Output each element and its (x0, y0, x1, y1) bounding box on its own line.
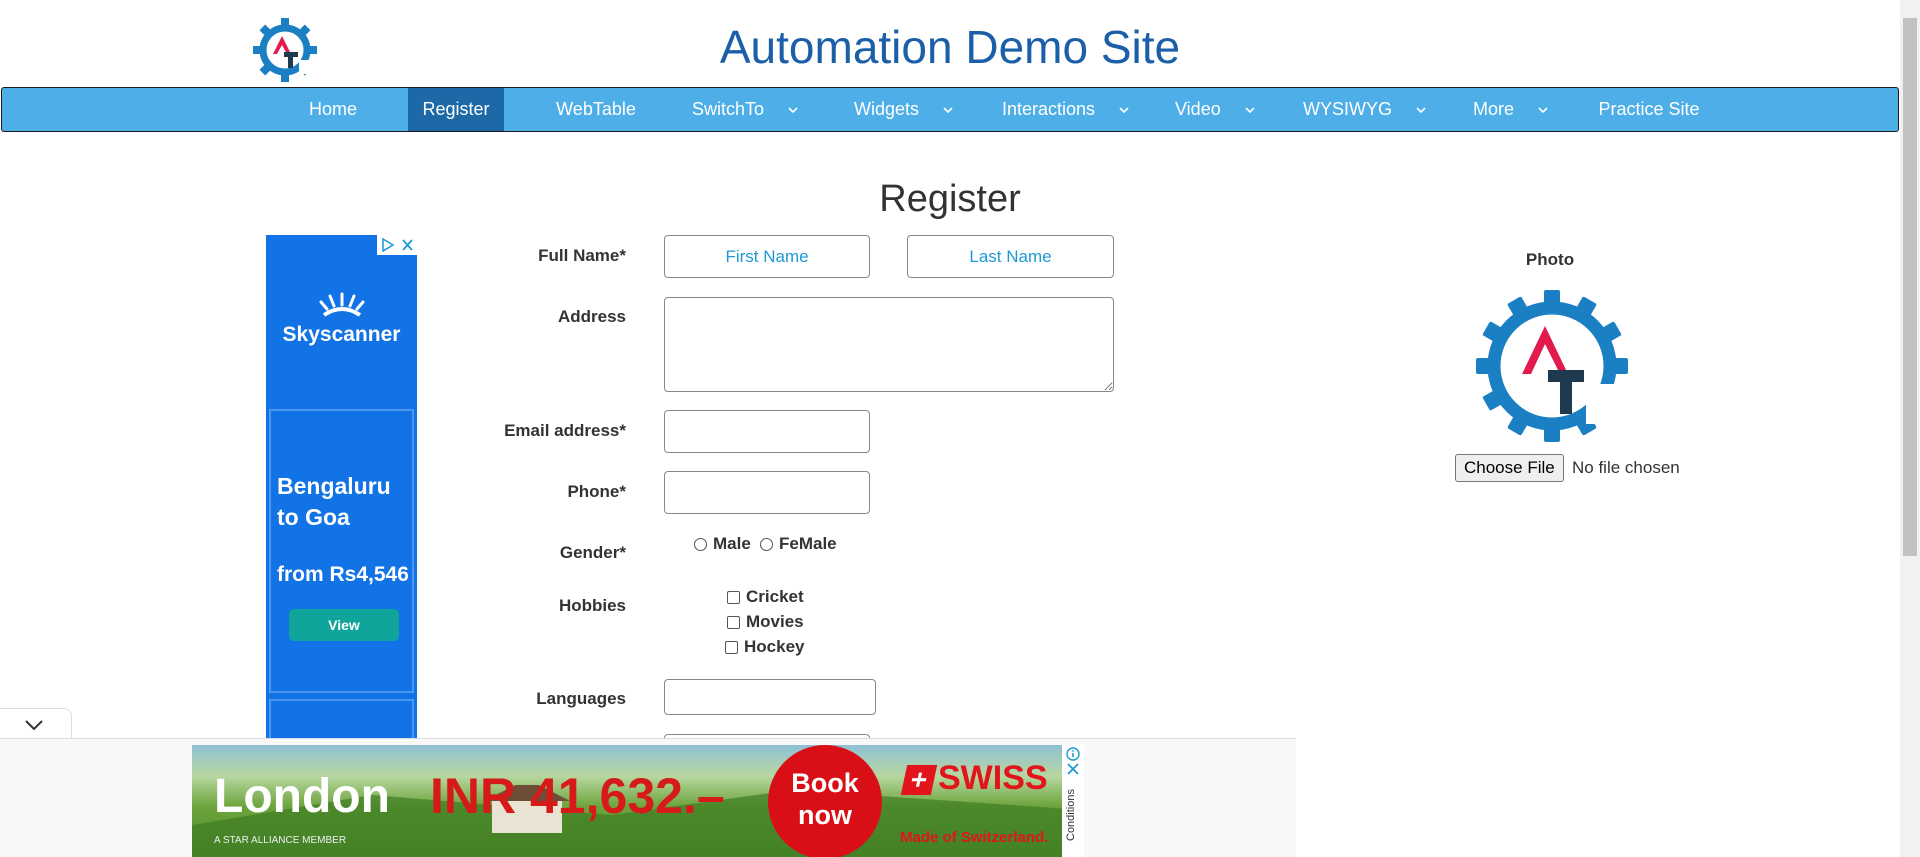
ad-price: INR 41,632.– (430, 768, 725, 824)
sun-icon (319, 292, 365, 317)
scrollbar-thumb[interactable] (1903, 18, 1917, 556)
collapse-ad-tab[interactable] (0, 708, 72, 740)
movies-checkbox[interactable] (727, 615, 740, 629)
nav-more[interactable]: More (1473, 88, 1563, 131)
ad-cta-line1: Book (791, 768, 859, 798)
gender-female-option[interactable]: FeMale (760, 534, 837, 554)
address-textarea[interactable] (664, 297, 1114, 392)
gender-male-option[interactable]: Male (694, 534, 751, 554)
photo-label: Photo (1525, 250, 1575, 269)
nav-video[interactable]: Video (1175, 88, 1275, 131)
nav-interactions-label: Interactions (1002, 99, 1096, 119)
chevron-down-icon (1245, 107, 1255, 114)
male-radio[interactable] (694, 537, 707, 551)
nav-register[interactable]: Register (408, 88, 504, 131)
chevron-down-icon (1416, 107, 1426, 114)
site-logo[interactable] (253, 16, 317, 84)
cricket-label: Cricket (746, 587, 804, 606)
page-title: Register (879, 178, 1021, 220)
hockey-checkbox[interactable] (725, 640, 738, 654)
ad-city: London (214, 770, 390, 823)
hobby-movies-option[interactable]: Movies (727, 612, 804, 632)
main-navbar: Home Register WebTable SwitchTo Widgets … (1, 87, 1899, 132)
chevron-down-icon (788, 107, 798, 114)
nav-practice-site-label: Practice Site (1598, 99, 1700, 119)
gender-label: Gender* (559, 543, 626, 562)
ad-view-button[interactable]: View (289, 609, 399, 641)
nav-switchto-label: SwitchTo (692, 99, 765, 119)
phone-label: Phone* (567, 482, 626, 501)
nav-widgets[interactable]: Widgets (854, 88, 964, 131)
nav-wysiwyg[interactable]: WYSIWYG (1303, 88, 1433, 131)
ad-brand: + SWISS (900, 759, 1048, 798)
ad-brand-label: SWISS (938, 759, 1048, 797)
ad-small-print: A STAR ALLIANCE MEMBER (214, 835, 347, 846)
hobbies-label: Hobbies (558, 596, 626, 615)
site-title: Automation Demo Site (719, 21, 1181, 73)
ad-conditions-strip[interactable]: Conditions (1062, 745, 1084, 857)
nav-more-label: More (1473, 99, 1515, 119)
chevron-down-icon (1119, 107, 1129, 114)
nav-wysiwyg-label: WYSIWYG (1303, 99, 1392, 119)
hobby-cricket-option[interactable]: Cricket (727, 587, 804, 607)
file-status: No file chosen (1572, 458, 1680, 477)
female-radio[interactable] (760, 537, 773, 551)
hockey-label: Hockey (744, 637, 805, 656)
info-close-icon[interactable] (1065, 747, 1081, 777)
languages-label: Languages (536, 689, 626, 708)
choose-file-button[interactable]: Choose File (1455, 454, 1564, 482)
nav-home[interactable]: Home (292, 88, 374, 131)
movies-label: Movies (746, 612, 804, 631)
nav-webtable-label: WebTable (556, 99, 636, 119)
email-input[interactable] (664, 410, 870, 453)
nav-video-label: Video (1175, 99, 1221, 119)
email-label: Email address* (504, 421, 626, 440)
languages-multiselect[interactable] (664, 679, 876, 715)
ad-book-now-button[interactable]: Book now (768, 745, 882, 857)
female-label: FeMale (779, 534, 837, 553)
nav-register-label: Register (422, 99, 490, 119)
nav-webtable[interactable]: WebTable (542, 88, 650, 131)
ad-banner-bottom[interactable]: London INR 41,632.– Book now + SWISS Made… (192, 745, 1084, 857)
ad-conditions-label: Conditions (1065, 789, 1077, 841)
address-label: Address (557, 307, 626, 326)
first-name-input[interactable] (664, 235, 870, 278)
ad-price: from Rs4,546 (277, 563, 409, 586)
nav-home-label: Home (308, 99, 357, 119)
hobby-hockey-option[interactable]: Hockey (725, 637, 804, 657)
full-name-label: Full Name* (538, 246, 626, 265)
nav-practice-site[interactable]: Practice Site (1587, 88, 1711, 131)
profile-photo-image (1476, 290, 1628, 442)
nav-switchto[interactable]: SwitchTo (692, 88, 812, 131)
ad-cta-line2: now (798, 800, 852, 830)
male-label: Male (713, 534, 751, 553)
chevron-down-icon (25, 720, 43, 731)
ad-route: Bengaluru to Goa (277, 473, 391, 530)
ad-tagline: Made of Switzerland. (900, 829, 1049, 846)
nav-widgets-label: Widgets (854, 99, 920, 119)
last-name-input[interactable] (907, 235, 1114, 278)
nav-interactions[interactable]: Interactions (1002, 88, 1142, 131)
chevron-down-icon (1538, 107, 1548, 114)
cricket-checkbox[interactable] (727, 590, 740, 604)
chevron-down-icon (943, 107, 953, 114)
phone-input[interactable] (664, 471, 870, 514)
swiss-cross-icon: + (900, 764, 938, 795)
